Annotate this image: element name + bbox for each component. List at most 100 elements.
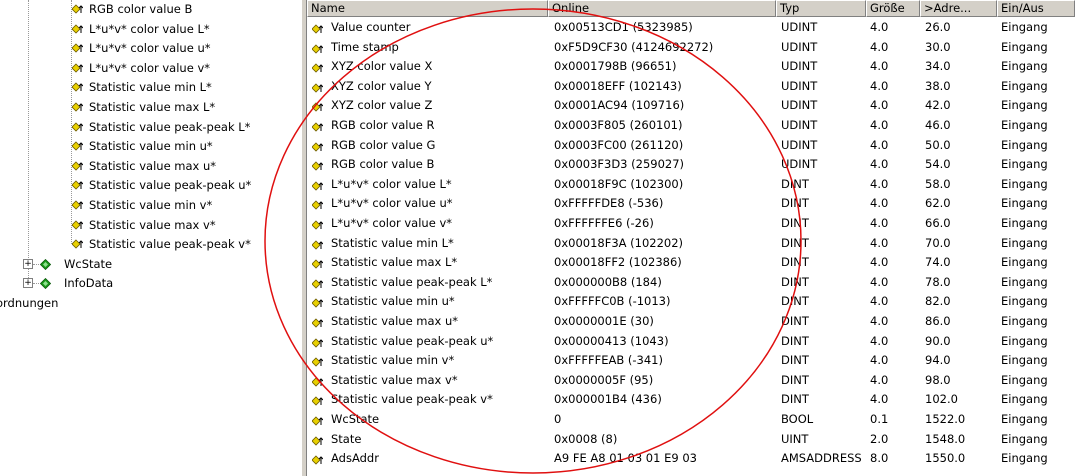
- input-variable-icon: [311, 277, 324, 289]
- tree-item-label[interactable]: L*u*v* color value L*: [89, 20, 210, 39]
- cell-ein-aus: Eingang: [1001, 333, 1048, 348]
- table-row[interactable]: Statistic value min v* 0xFFFFFEAB (-341) D…: [307, 351, 1075, 370]
- table-row[interactable]: RGB color value R 0x0003F805 (260101) UDIN…: [307, 116, 1075, 135]
- cell-ein-aus: Eingang: [1001, 137, 1048, 152]
- cell-typ: DINT: [781, 196, 809, 211]
- input-variable-icon: [311, 394, 324, 406]
- col-header-ein-aus[interactable]: Ein/Aus: [997, 0, 1075, 17]
- cell-adresse: 30.0: [925, 39, 951, 54]
- cell-groesse: 4.0: [870, 59, 889, 74]
- cell-name: Statistic value peak-peak v*: [331, 392, 493, 407]
- cell-groesse: 4.0: [870, 98, 889, 113]
- tree-item-label[interactable]: L*u*v* color value v*: [89, 59, 210, 78]
- cell-name: State: [331, 431, 362, 446]
- cell-online: 0xFFFFFFE6 (-26): [554, 216, 654, 230]
- cell-name: XYZ color value X: [331, 59, 433, 74]
- col-header-online[interactable]: Online: [548, 0, 776, 17]
- table-row[interactable]: Statistic value max v* 0x0000005F (95) DIN…: [307, 371, 1075, 390]
- cell-name: Statistic value peak-peak u*: [331, 333, 494, 348]
- cell-name: Statistic value peak-peak L*: [331, 274, 493, 289]
- tree-branch-line: [33, 283, 39, 284]
- cell-name: RGB color value G: [331, 137, 436, 152]
- input-variable-icon: [311, 336, 324, 348]
- table-row[interactable]: Statistic value max u* 0x0000001E (30) DIN…: [307, 312, 1075, 331]
- cell-ein-aus: Eingang: [1001, 431, 1048, 446]
- table-row[interactable]: L*u*v* color value v* 0xFFFFFFE6 (-26) DIN…: [307, 214, 1075, 233]
- cell-groesse: 4.0: [870, 314, 889, 328]
- input-variable-icon: [71, 239, 84, 250]
- table-row[interactable]: Time stamp 0xF5D9CF30 (4124692272) UDINT 4.…: [307, 38, 1075, 57]
- input-variable-icon: [71, 82, 84, 93]
- tree-item-label[interactable]: ordnungen: [0, 294, 58, 313]
- variables-table: Name Online Typ Größe >Adre... Ein/Aus Value c…: [307, 0, 1075, 476]
- cell-online: 0x000001B4 (436): [554, 392, 662, 407]
- input-variable-icon: [71, 180, 84, 191]
- table-row[interactable]: Statistic value min u* 0xFFFFFC0B (-1013)…: [307, 292, 1075, 311]
- table-row[interactable]: XYZ color value Y 0x00018EFF (102143) UDIN…: [307, 77, 1075, 96]
- plus-expand-icon[interactable]: +: [23, 278, 33, 288]
- cell-ein-aus: Eingang: [1001, 176, 1048, 191]
- tree-item-label[interactable]: Statistic value min v*: [89, 196, 212, 215]
- cell-adresse: 1548.0: [925, 431, 966, 446]
- table-row[interactable]: RGB color value B 0x0003F3D3 (259027) UDIN…: [307, 155, 1075, 174]
- cell-name: RGB color value B: [331, 157, 435, 172]
- table-row[interactable]: Statistic value peak-peak L* 0x000000B8 (…: [307, 273, 1075, 292]
- tree-item-label[interactable]: Statistic value max u*: [89, 157, 216, 176]
- tree-group-label[interactable]: WcState: [64, 255, 112, 274]
- cell-adresse: 78.0: [925, 274, 951, 289]
- tree-item-label[interactable]: Statistic value peak-peak v*: [89, 235, 251, 254]
- tree-item-label[interactable]: Statistic value min L*: [89, 78, 212, 97]
- tree-group-label[interactable]: InfoData: [64, 274, 113, 293]
- cell-name: Statistic value min L*: [331, 235, 454, 250]
- tree-item-label[interactable]: Statistic value max L*: [89, 98, 215, 117]
- tree-item-label[interactable]: Statistic value peak-peak u*: [89, 176, 251, 195]
- tree-item-label[interactable]: L*u*v* color value u*: [89, 39, 211, 58]
- table-row[interactable]: L*u*v* color value u* 0xFFFFFDE8 (-536) DI…: [307, 194, 1075, 213]
- cell-typ: DINT: [781, 392, 809, 407]
- cell-typ: UDINT: [781, 137, 818, 152]
- table-row[interactable]: AdsAddr A9 FE A8 01 03 01 E9 03 AMSADDRESS…: [307, 449, 1075, 468]
- cell-adresse: 1550.0: [925, 451, 966, 466]
- cell-adresse: 90.0: [925, 333, 951, 348]
- cell-ein-aus: Eingang: [1001, 216, 1048, 230]
- cell-online: 0x00018EFF (102143): [554, 78, 682, 93]
- table-row[interactable]: Statistic value peak-peak v* 0x000001B4 (…: [307, 390, 1075, 409]
- plus-expand-icon[interactable]: +: [23, 259, 33, 269]
- cell-adresse: 62.0: [925, 196, 951, 211]
- table-row[interactable]: L*u*v* color value L* 0x00018F9C (102300)…: [307, 175, 1075, 194]
- table-row[interactable]: Value counter 0x00513CD1 (5323985) UDINT 4.…: [307, 18, 1075, 37]
- col-header-name[interactable]: Name: [307, 0, 548, 17]
- cell-typ: DINT: [781, 176, 809, 191]
- table-row[interactable]: Statistic value min L* 0x00018F3A (102202…: [307, 234, 1075, 253]
- cell-groesse: 4.0: [870, 353, 889, 368]
- col-header-adresse[interactable]: >Adre...: [920, 0, 997, 17]
- table-row[interactable]: XYZ color value X 0x0001798B (96651) UDINT…: [307, 57, 1075, 76]
- input-variable-icon: [71, 220, 84, 231]
- input-variable-icon: [311, 296, 324, 308]
- tree-item-label[interactable]: Statistic value max v*: [89, 216, 216, 235]
- cell-adresse: 94.0: [925, 353, 951, 368]
- input-variable-icon: [71, 63, 84, 74]
- input-variable-icon: [311, 179, 324, 191]
- col-header-groesse[interactable]: Größe: [866, 0, 920, 17]
- tree-item-label[interactable]: Statistic value peak-peak L*: [89, 118, 250, 137]
- cell-adresse: 74.0: [925, 255, 951, 270]
- table-row[interactable]: Statistic value peak-peak u* 0x00000413 (…: [307, 332, 1075, 351]
- tree-item-label[interactable]: RGB color value B: [89, 0, 192, 19]
- table-row[interactable]: XYZ color value Z 0x0001AC94 (109716) UDIN…: [307, 96, 1075, 115]
- cell-adresse: 70.0: [925, 235, 951, 250]
- tree-item-label[interactable]: Statistic value min u*: [89, 137, 213, 156]
- cell-name: WcState: [331, 412, 380, 426]
- cell-name: Time stamp: [331, 39, 399, 54]
- input-variable-icon: [311, 81, 324, 93]
- col-header-typ[interactable]: Typ: [776, 0, 866, 17]
- table-row[interactable]: State 0x0008 (8) UINT 2.0 1548.0 Eingang: [307, 430, 1075, 449]
- table-row[interactable]: Statistic value max L* 0x00018FF2 (102386…: [307, 253, 1075, 272]
- cell-groesse: 4.0: [870, 196, 889, 211]
- table-row[interactable]: WcState 0 BOOL 0.1 1522.0 Eingang: [307, 410, 1075, 429]
- cell-typ: UINT: [781, 431, 809, 446]
- cell-groesse: 4.0: [870, 392, 889, 407]
- cell-ein-aus: Eingang: [1001, 353, 1048, 368]
- table-row[interactable]: RGB color value G 0x0003FC00 (261120) UDIN…: [307, 136, 1075, 155]
- cell-adresse: 66.0: [925, 216, 951, 230]
